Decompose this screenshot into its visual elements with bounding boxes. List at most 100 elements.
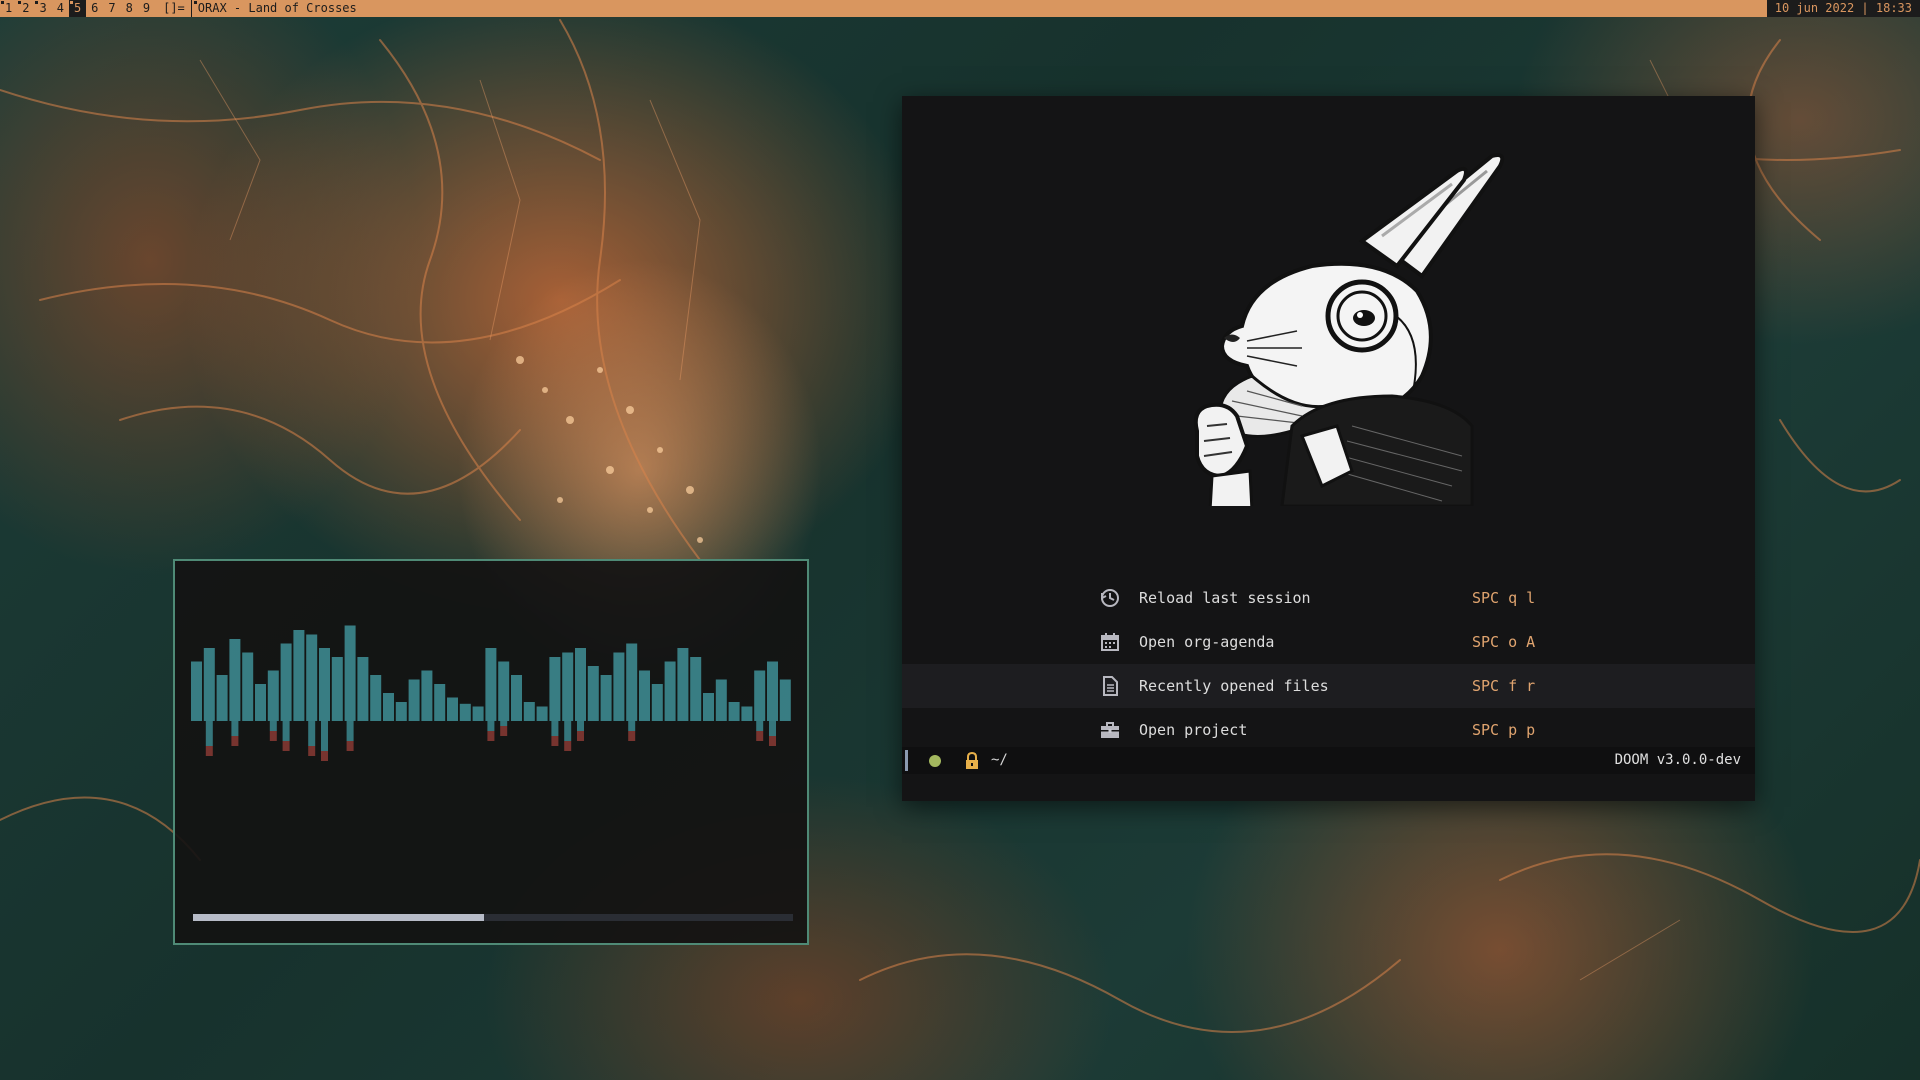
spectrum-peak xyxy=(487,731,495,741)
spectrum-peak xyxy=(346,741,354,751)
spectrum-bar xyxy=(626,643,638,721)
spectrum-peak xyxy=(564,741,572,751)
spectrum-bar-tail xyxy=(205,721,213,746)
spectrum-bar xyxy=(587,666,599,721)
spectrum-bar-tail xyxy=(231,721,239,736)
menu-label: Reload last session xyxy=(1139,589,1311,607)
spectrum-bar xyxy=(280,643,292,721)
spectrum-bar-tail xyxy=(321,721,328,751)
spectrum-bar xyxy=(575,648,586,721)
layout-indicator[interactable]: []= xyxy=(155,0,191,17)
window-title: ORAX - Land of Crosses xyxy=(190,0,1767,17)
briefcase-icon xyxy=(1101,722,1119,738)
calendar-icon xyxy=(1101,633,1119,651)
menu-open-project[interactable]: Open project SPC p p xyxy=(902,708,1755,752)
spectrum-bar-tail xyxy=(308,721,316,746)
status-datetime: 10 jun 2022 | 18:33 xyxy=(1766,0,1920,17)
workspace-tag-4[interactable]: 4 xyxy=(52,0,69,17)
mode-line: ~/ DOOM v3.0.0-dev xyxy=(902,747,1755,774)
spectrum-bar-tail xyxy=(769,721,776,736)
workspace-tag-7[interactable]: 7 xyxy=(103,0,120,17)
menu-label: Open org-agenda xyxy=(1139,633,1275,651)
spectrum-bar xyxy=(421,670,433,721)
audio-visualizer-window[interactable] xyxy=(173,559,809,945)
spectrum-bars xyxy=(191,625,791,761)
spectrum-bar xyxy=(767,661,778,721)
spectrum-peak xyxy=(231,736,239,746)
spectrum-peak xyxy=(551,736,559,746)
spectrum-bar xyxy=(651,684,663,721)
menu-shortcut: SPC q l xyxy=(1472,589,1536,607)
workspace-tag-2[interactable]: 2 xyxy=(17,0,34,17)
workspace-tag-9[interactable]: 9 xyxy=(138,0,155,17)
spectrum-peak xyxy=(269,731,277,741)
workspace-tag-8[interactable]: 8 xyxy=(121,0,138,17)
dashboard-menu: Reload last session SPC q l Open org-age… xyxy=(902,576,1755,752)
spectrum-bar xyxy=(536,706,548,721)
spectrum-bar xyxy=(344,625,356,721)
spectrum-bar xyxy=(523,702,535,721)
lock-icon xyxy=(966,752,978,769)
spectrum-bar-tail xyxy=(500,721,508,726)
doom-emacs-window[interactable]: Reload last session SPC q l Open org-age… xyxy=(902,96,1755,801)
spectrum-bar-tail xyxy=(577,721,584,731)
workspace-tag-6[interactable]: 6 xyxy=(86,0,103,17)
menu-shortcut: SPC o A xyxy=(1472,633,1536,651)
spectrum-bar xyxy=(754,670,766,721)
spectrum-bar-tail xyxy=(269,721,277,731)
spectrum-bar xyxy=(472,706,484,721)
menu-label: Open project xyxy=(1139,721,1248,739)
spectrum-bar xyxy=(562,652,574,721)
spectrum-peak xyxy=(321,751,328,761)
spectrum-bar-tail xyxy=(487,721,495,731)
spectrum-peak xyxy=(282,741,290,751)
playback-progress-fill xyxy=(193,914,484,921)
doom-version: DOOM v3.0.0-dev xyxy=(1614,752,1741,768)
spectrum-bar xyxy=(600,675,612,721)
spectrum-bar xyxy=(370,675,382,721)
spectrum-bar xyxy=(447,697,458,721)
spectrum-bar-tail xyxy=(282,721,290,741)
spectrum-bar xyxy=(779,679,791,721)
spectrum-peak xyxy=(577,731,584,741)
spectrum-bar xyxy=(383,693,394,721)
spectrum-bar xyxy=(613,652,625,721)
spectrum-bar xyxy=(715,679,727,721)
spectrum-bar xyxy=(267,670,279,721)
modeline-directory: ~/ xyxy=(991,752,1008,768)
spectrum-bar xyxy=(511,675,522,721)
spectrum-bar xyxy=(306,634,318,721)
spectrum-bar-tail xyxy=(551,721,559,736)
spectrum-bar xyxy=(319,648,330,721)
menu-recently-opened-files[interactable]: Recently opened files SPC f r xyxy=(902,664,1755,708)
spectrum-bar xyxy=(255,684,266,721)
spectrum-bar xyxy=(357,657,369,721)
spectrum-peak xyxy=(308,746,316,756)
menu-reload-last-session[interactable]: Reload last session SPC q l xyxy=(902,576,1755,620)
spectrum-bar xyxy=(741,706,753,721)
file-icon xyxy=(1103,676,1118,696)
spectrum-bar xyxy=(664,661,676,721)
menu-label: Recently opened files xyxy=(1139,677,1329,695)
menu-shortcut: SPC p p xyxy=(1472,721,1536,739)
spectrum-peak xyxy=(500,726,508,736)
workspace-tag-1[interactable]: 1 xyxy=(0,0,17,17)
workspace-tag-3[interactable]: 3 xyxy=(34,0,51,17)
spectrum-bar xyxy=(459,703,471,721)
spectrum-bar xyxy=(395,702,407,721)
spectrum-bar xyxy=(703,693,714,721)
menu-open-org-agenda[interactable]: Open org-agenda SPC o A xyxy=(902,620,1755,664)
spectrum-bar-tail xyxy=(346,721,354,741)
buffer-state-dot-icon xyxy=(929,755,941,767)
spectrum-bar xyxy=(408,679,420,721)
spectrum-bar xyxy=(229,639,241,721)
playback-progress-bar[interactable] xyxy=(193,914,793,921)
spectrum-bar xyxy=(203,648,215,721)
workspace-tag-5[interactable]: 5 xyxy=(68,0,87,17)
spectrum-bar xyxy=(331,657,343,721)
spectrum-peak xyxy=(628,731,636,741)
spectrum-bar xyxy=(485,648,497,721)
spectrum-bar xyxy=(434,684,446,721)
spectrum-bar xyxy=(498,661,510,721)
spectrum-peak xyxy=(205,746,213,756)
